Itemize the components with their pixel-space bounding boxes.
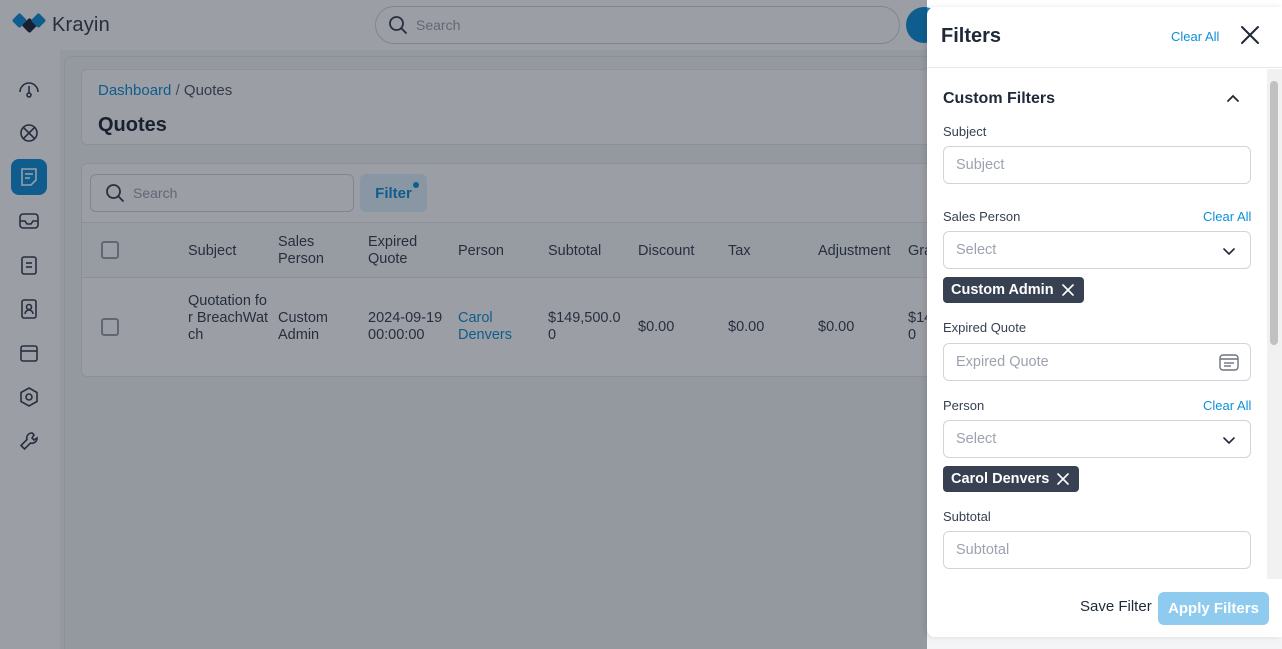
sales-person-placeholder: Select bbox=[956, 242, 997, 258]
person-label: Person bbox=[943, 398, 985, 413]
subtotal-input[interactable]: Subtotal bbox=[943, 531, 1251, 569]
expired-quote-date-input[interactable]: Expired Quote bbox=[943, 343, 1251, 381]
subject-label: Subject bbox=[943, 124, 987, 139]
expired-quote-label: Expired Quote bbox=[943, 320, 1027, 335]
sales-person-chip: Custom Admin bbox=[943, 277, 1084, 303]
apply-filters-button[interactable]: Apply Filters bbox=[1158, 592, 1269, 625]
filters-drawer-header: Filters Clear All bbox=[927, 7, 1282, 68]
remove-chip-icon[interactable] bbox=[1061, 284, 1074, 296]
chevron-down-icon bbox=[1223, 248, 1235, 256]
chevron-up-icon[interactable] bbox=[1225, 91, 1241, 107]
calendar-icon[interactable] bbox=[1218, 352, 1240, 372]
person-placeholder: Select bbox=[956, 431, 997, 447]
sales-person-select[interactable]: Select bbox=[943, 231, 1251, 269]
filters-scrollbar[interactable] bbox=[1267, 69, 1282, 579]
filters-drawer: Filters Clear All Custom Filters Subject… bbox=[927, 7, 1282, 637]
modal-backdrop[interactable] bbox=[0, 0, 927, 649]
subject-input[interactable]: Subject bbox=[943, 146, 1251, 184]
person-chip: Carol Denvers bbox=[943, 466, 1080, 492]
custom-filters-heading: Custom Filters bbox=[943, 90, 1056, 107]
filters-body: Custom Filters Subject Subject Sales Per… bbox=[927, 69, 1267, 579]
sales-person-clear-link[interactable]: Clear All bbox=[1203, 209, 1251, 224]
chevron-down-icon bbox=[1223, 437, 1235, 445]
expired-quote-placeholder: Expired Quote bbox=[956, 354, 1049, 370]
scrollbar-thumb[interactable] bbox=[1270, 81, 1278, 345]
clear-all-filters-link[interactable]: Clear All bbox=[1171, 29, 1219, 44]
remove-chip-icon[interactable] bbox=[1057, 473, 1070, 485]
save-filter-button[interactable]: Save Filter bbox=[1080, 598, 1152, 615]
close-icon[interactable] bbox=[1240, 25, 1260, 45]
person-chip-label: Carol Denvers bbox=[951, 471, 1050, 487]
filters-title: Filters bbox=[941, 25, 1002, 47]
subtotal-label: Subtotal bbox=[943, 509, 991, 524]
person-select[interactable]: Select bbox=[943, 420, 1251, 458]
subtotal-placeholder: Subtotal bbox=[956, 542, 1010, 558]
person-clear-link[interactable]: Clear All bbox=[1203, 398, 1251, 413]
sales-person-chip-label: Custom Admin bbox=[951, 282, 1054, 298]
subject-placeholder: Subject bbox=[956, 157, 1005, 173]
sales-person-label: Sales Person bbox=[943, 209, 1021, 224]
